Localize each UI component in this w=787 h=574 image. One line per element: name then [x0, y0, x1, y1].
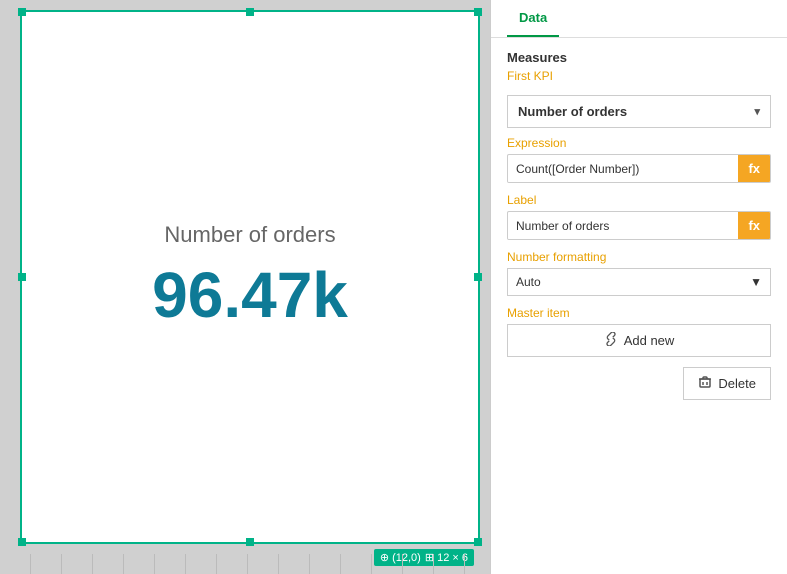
- right-panel: Data Measures First KPI Number of orders…: [490, 0, 787, 574]
- canvas-area: Number of orders 96.47k ⊕ (12,0) ⊞ 12 × …: [0, 0, 490, 574]
- handle-bottom-center[interactable]: [246, 538, 254, 546]
- measures-title: Measures: [507, 50, 771, 65]
- expression-field-row: fx: [507, 154, 771, 183]
- kpi-value: 96.47k: [152, 258, 348, 332]
- panel-tabs: Data: [491, 0, 787, 38]
- delete-label: Delete: [718, 376, 756, 391]
- dropdown-arrow-icon: ▼: [750, 275, 762, 289]
- master-item-label: Master item: [507, 306, 771, 320]
- label-group: Label fx: [507, 193, 771, 240]
- handle-top-center[interactable]: [246, 8, 254, 16]
- master-item-group: Master item Add new: [507, 306, 771, 357]
- accordion-header[interactable]: Number of orders ▾: [507, 95, 771, 128]
- chevron-down-icon: ▾: [754, 105, 760, 118]
- handle-top-left[interactable]: [18, 8, 26, 16]
- panel-content: Measures First KPI Number of orders ▾ Ex…: [491, 38, 787, 412]
- expression-label: Expression: [507, 136, 771, 150]
- label-field-row: fx: [507, 211, 771, 240]
- add-new-button[interactable]: Add new: [507, 324, 771, 357]
- handle-top-right[interactable]: [474, 8, 482, 16]
- canvas-grid: [0, 554, 490, 574]
- kpi-widget[interactable]: Number of orders 96.47k: [20, 10, 480, 544]
- handle-mid-left[interactable]: [18, 273, 26, 281]
- kpi-label: Number of orders: [164, 222, 335, 248]
- first-kpi-label: First KPI: [507, 69, 771, 83]
- handle-bottom-right[interactable]: [474, 538, 482, 546]
- link-icon: [604, 332, 618, 349]
- label-field-label: Label: [507, 193, 771, 207]
- trash-icon: [698, 375, 712, 392]
- expression-input[interactable]: [508, 156, 738, 182]
- number-format-select[interactable]: Auto ▼: [507, 268, 771, 296]
- accordion-title: Number of orders: [518, 104, 627, 119]
- delete-row: Delete: [507, 367, 771, 400]
- label-fx-button[interactable]: fx: [738, 212, 770, 239]
- expression-group: Expression fx: [507, 136, 771, 183]
- number-format-label: Number formatting: [507, 250, 771, 264]
- number-format-group: Number formatting Auto ▼: [507, 250, 771, 296]
- handle-bottom-left[interactable]: [18, 538, 26, 546]
- handle-mid-right[interactable]: [474, 273, 482, 281]
- number-format-value: Auto: [516, 275, 541, 289]
- add-new-label: Add new: [624, 333, 675, 348]
- tab-data[interactable]: Data: [507, 0, 559, 37]
- label-input[interactable]: [508, 213, 738, 239]
- delete-button[interactable]: Delete: [683, 367, 771, 400]
- expression-fx-button[interactable]: fx: [738, 155, 770, 182]
